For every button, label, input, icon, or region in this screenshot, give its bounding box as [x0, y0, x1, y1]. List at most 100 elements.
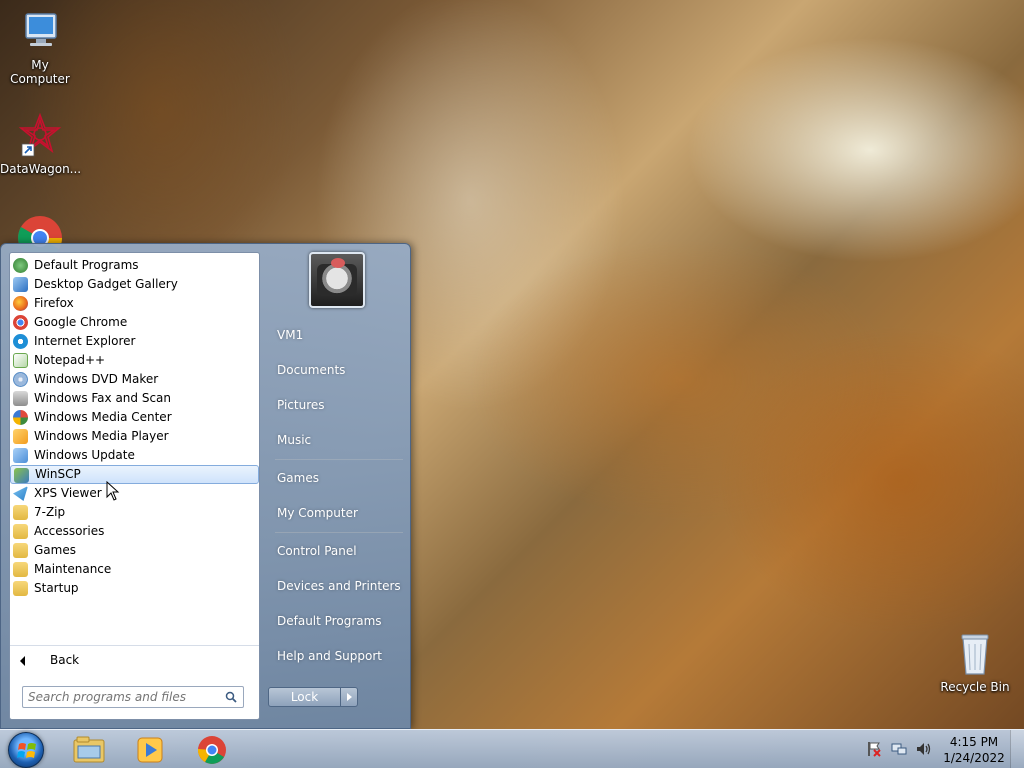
folder-games[interactable]: Games: [10, 541, 259, 560]
program-windows-update[interactable]: Windows Update: [10, 446, 259, 465]
start-button[interactable]: [8, 732, 44, 768]
default-programs-link[interactable]: Default Programs: [277, 607, 405, 635]
network-icon[interactable]: [891, 741, 907, 757]
folder-icon: [13, 562, 28, 577]
show-desktop-button[interactable]: [1010, 730, 1024, 768]
back-button[interactable]: Back: [10, 645, 259, 675]
program-label: Google Chrome: [34, 315, 128, 329]
program-windows-media-player[interactable]: Windows Media Player: [10, 427, 259, 446]
program-label: Windows Media Player: [34, 429, 169, 443]
folder-accessories[interactable]: Accessories: [10, 522, 259, 541]
program-winscp[interactable]: WinSCP: [10, 465, 259, 484]
program-list: Default Programs Desktop Gadget Gallery …: [10, 256, 259, 598]
shutdown-options-button[interactable]: [341, 687, 358, 707]
program-xps-viewer[interactable]: XPS Viewer: [10, 484, 259, 503]
clock[interactable]: 4:15 PM 1/24/2022: [943, 734, 1005, 766]
ie-icon: [13, 334, 28, 349]
back-label: Back: [50, 653, 80, 667]
desktop-icon-datawagon[interactable]: DataWagon...: [0, 112, 81, 176]
program-desktop-gadget-gallery[interactable]: Desktop Gadget Gallery: [10, 275, 259, 294]
program-windows-fax-and-scan[interactable]: Windows Fax and Scan: [10, 389, 259, 408]
program-notepad-plus-plus[interactable]: Notepad++: [10, 351, 259, 370]
chrome-icon: [197, 736, 226, 764]
user-picture[interactable]: [309, 252, 365, 308]
places-pane: VM1 Documents Pictures Music Games My Co…: [267, 244, 412, 730]
programs-pane: Default Programs Desktop Gadget Gallery …: [9, 252, 260, 720]
program-label: Startup: [34, 581, 79, 595]
program-label: WinSCP: [35, 467, 81, 481]
help-and-support-link[interactable]: Help and Support: [277, 642, 405, 670]
folder-icon: [13, 505, 28, 520]
user-picture-accent: [331, 258, 345, 268]
pictures-link[interactable]: Pictures: [277, 391, 405, 419]
desktop-icon-my-computer[interactable]: My Computer: [0, 8, 80, 86]
program-label: Windows Update: [34, 448, 135, 462]
media-player-icon: [13, 429, 28, 444]
devices-and-printers-link[interactable]: Devices and Printers: [277, 572, 405, 600]
dvd-maker-icon: [13, 372, 28, 387]
program-label: Maintenance: [34, 562, 112, 576]
chevron-right-icon: [347, 693, 352, 701]
program-label: Firefox: [34, 296, 74, 310]
fax-icon: [13, 391, 28, 406]
media-player-icon: [137, 737, 163, 763]
taskbar-explorer[interactable]: [60, 732, 118, 768]
media-center-icon: [13, 410, 28, 425]
computer-icon: [16, 8, 64, 56]
windows-update-icon: [13, 448, 28, 463]
winscp-icon: [14, 468, 29, 483]
search-box[interactable]: [22, 686, 244, 708]
program-label: 7-Zip: [34, 505, 66, 519]
user-folder-link[interactable]: VM1: [277, 321, 405, 349]
start-menu: Default Programs Desktop Gadget Gallery …: [0, 243, 411, 729]
folder-maintenance[interactable]: Maintenance: [10, 560, 259, 579]
desktop-icon-label: My Computer: [10, 58, 70, 86]
xps-viewer-icon: [13, 486, 28, 501]
program-firefox[interactable]: Firefox: [10, 294, 259, 313]
notepad-icon: [13, 353, 28, 368]
program-label: Notepad++: [34, 353, 106, 367]
default-programs-icon: [13, 258, 28, 273]
folder-startup[interactable]: Startup: [10, 579, 259, 598]
program-label: Accessories: [34, 524, 105, 538]
program-label: XPS Viewer: [34, 486, 102, 500]
program-windows-dvd-maker[interactable]: Windows DVD Maker: [10, 370, 259, 389]
folder-icon: [13, 543, 28, 558]
program-label: Windows DVD Maker: [34, 372, 159, 386]
datawagon-shortcut-icon: [16, 112, 64, 160]
volume-icon[interactable]: [915, 741, 931, 757]
mouse-cursor: [106, 481, 120, 501]
taskbar-media-player[interactable]: [121, 732, 179, 768]
desktop-icon-label: Recycle Bin: [940, 680, 1010, 694]
turntable-image: [317, 264, 357, 296]
action-center-flag-icon[interactable]: [866, 741, 882, 757]
program-google-chrome[interactable]: Google Chrome: [10, 313, 259, 332]
music-link[interactable]: Music: [277, 426, 405, 454]
back-arrow-icon: [20, 656, 25, 666]
program-label: Desktop Gadget Gallery: [34, 277, 178, 291]
taskbar: 4:15 PM 1/24/2022: [0, 729, 1024, 768]
chrome-icon: [13, 315, 28, 330]
control-panel-link[interactable]: Control Panel: [277, 537, 405, 565]
taskbar-chrome[interactable]: [183, 732, 241, 768]
separator: [275, 532, 403, 533]
windows-logo-icon: [17, 743, 36, 758]
recycle-bin-icon: [951, 630, 999, 678]
documents-link[interactable]: Documents: [277, 356, 405, 384]
folder-icon: [13, 581, 28, 596]
games-link[interactable]: Games: [277, 464, 405, 492]
program-default-programs[interactable]: Default Programs: [10, 256, 259, 275]
search-icon[interactable]: [225, 691, 237, 703]
program-label: Default Programs: [34, 258, 139, 272]
program-label: Games: [34, 543, 76, 557]
program-windows-media-center[interactable]: Windows Media Center: [10, 408, 259, 427]
clock-time: 4:15 PM: [949, 735, 999, 749]
folder-icon: [13, 524, 28, 539]
program-label: Windows Fax and Scan: [34, 391, 172, 405]
folder-7-zip[interactable]: 7-Zip: [10, 503, 259, 522]
search-input[interactable]: [23, 687, 213, 707]
desktop-icon-recycle-bin[interactable]: Recycle Bin: [935, 630, 1015, 694]
lock-button[interactable]: Lock: [268, 687, 341, 707]
program-internet-explorer[interactable]: Internet Explorer: [10, 332, 259, 351]
my-computer-link[interactable]: My Computer: [277, 499, 405, 527]
